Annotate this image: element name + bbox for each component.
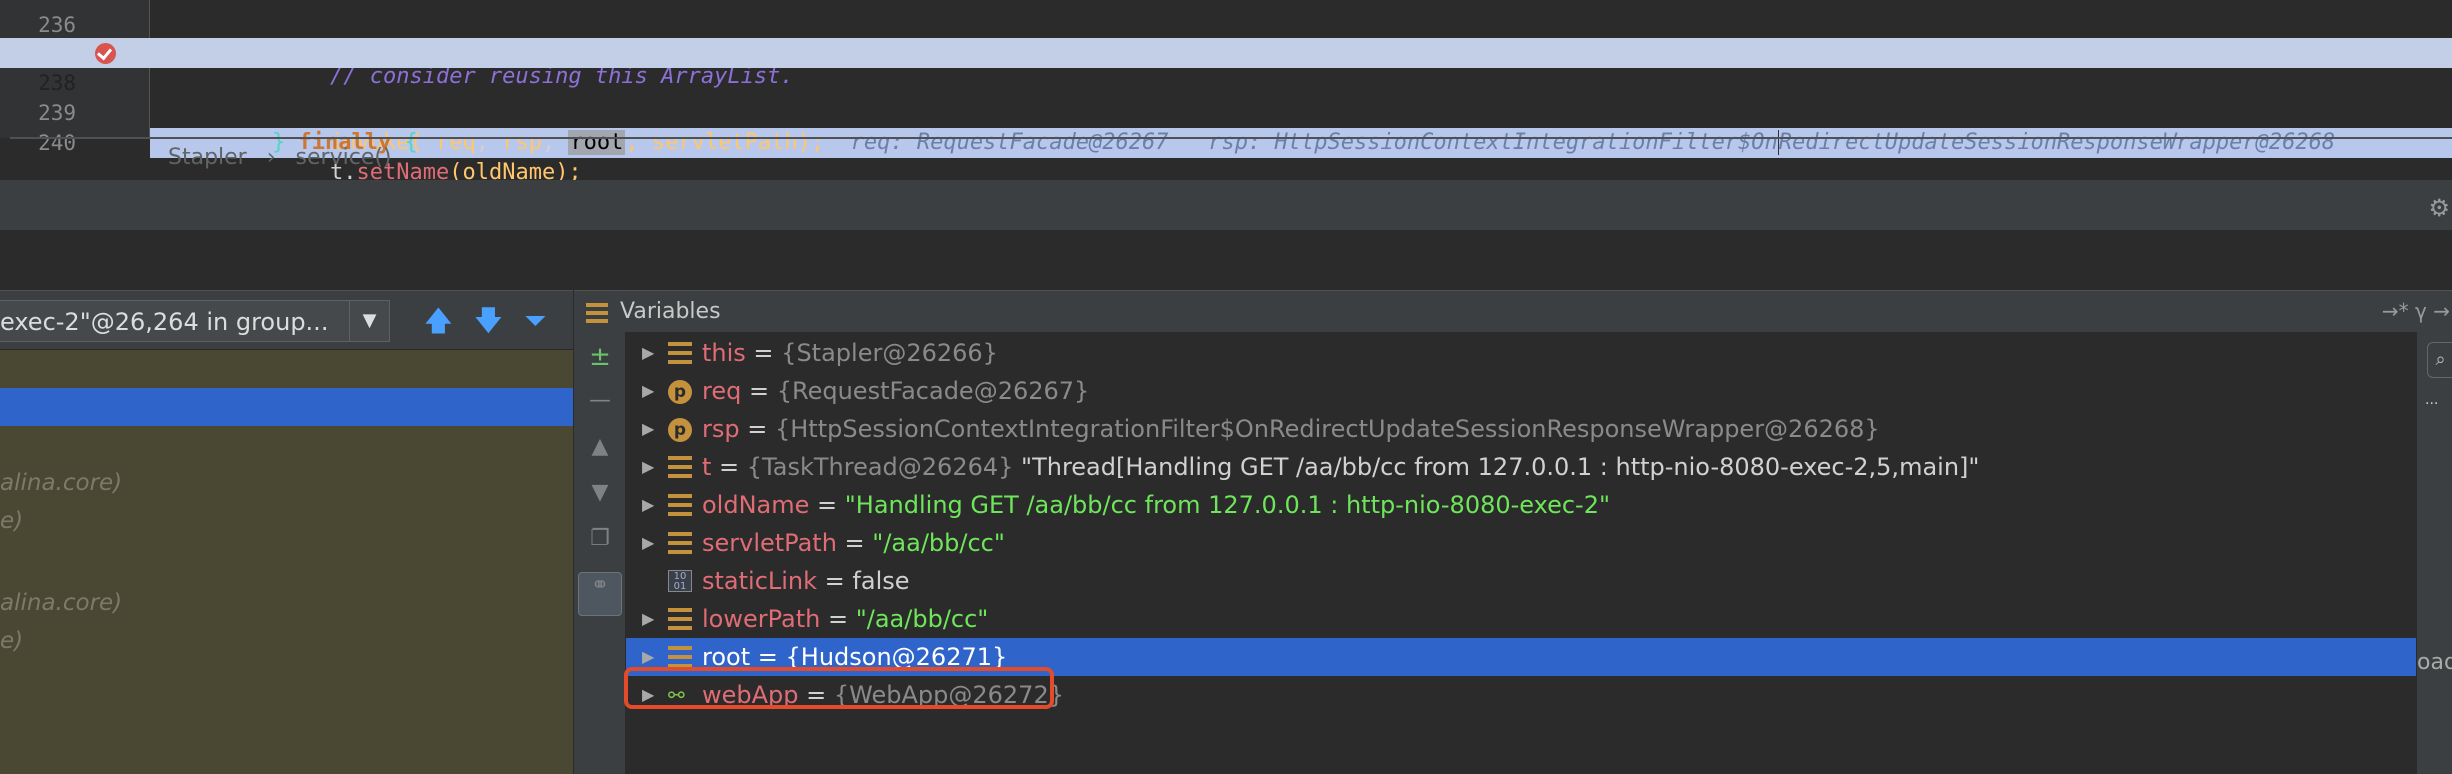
variables-header: Variables →* γ → xyxy=(574,290,2452,332)
variable-row-selected[interactable]: ▶ root = {Hudson@26271} xyxy=(626,638,2416,676)
field-icon xyxy=(668,456,692,478)
variable-value: "Thread[Handling GET /aa/bb/cc from 127.… xyxy=(1013,453,1980,481)
expand-icon[interactable]: ▶ xyxy=(642,524,654,562)
show-watches-icon[interactable]: ⚭ xyxy=(578,572,622,616)
frame-item[interactable]: alina.core) xyxy=(0,464,573,502)
field-icon xyxy=(668,608,692,630)
move-up-icon[interactable]: ▲ xyxy=(574,434,626,459)
variable-name: root xyxy=(702,643,751,671)
variable-value: "/aa/bb/cc" xyxy=(872,529,1005,557)
breadcrumb-class[interactable]: Stapler xyxy=(168,145,247,170)
param-icon: p xyxy=(668,380,692,404)
field-icon xyxy=(668,646,692,668)
variable-name: rsp xyxy=(702,415,740,443)
expand-icon[interactable]: ▶ xyxy=(642,410,654,448)
frame-item[interactable]: e) xyxy=(0,622,573,660)
breadcrumb-separator: › xyxy=(266,145,276,170)
thread-selector[interactable]: exec-2"@26,264 in group... ▼ xyxy=(0,300,390,342)
variable-row[interactable]: ▶ oldName = "Handling GET /aa/bb/cc from… xyxy=(626,486,2416,524)
variables-panel: Variables →* γ → ± — ▲ ▼ ❐ ⚭ ▶ this = {S… xyxy=(574,290,2452,774)
more-icon[interactable]: ... xyxy=(2425,392,2438,408)
variables-icon xyxy=(586,303,608,323)
code-line[interactable]: 240 t.setName(oldName); xyxy=(0,98,2452,180)
variable-value: "/aa/bb/cc" xyxy=(855,605,989,633)
expand-icon[interactable]: ▶ xyxy=(642,676,654,714)
variables-tree[interactable]: ▶ this = {Stapler@26266} ▶ p req = {Requ… xyxy=(626,332,2416,774)
clipped-text: oad xyxy=(2417,650,2452,675)
variable-name: req xyxy=(702,377,742,405)
variable-name: staticLink xyxy=(702,567,818,595)
frames-panel: exec-2"@26,264 in group... ▼ 🡅 🡇 ⏷ alina… xyxy=(0,290,573,774)
variable-name: lowerPath xyxy=(702,605,821,633)
variable-row[interactable]: ▶ p req = {RequestFacade@26267} xyxy=(626,372,2416,410)
expand-icon[interactable]: ▶ xyxy=(642,600,654,638)
code-editor[interactable]: 236 237 // consider reusing this ArrayLi… xyxy=(0,0,2452,180)
copy-icon[interactable]: ❐ xyxy=(574,526,626,551)
variable-ref: {RequestFacade@26267} xyxy=(776,377,1090,405)
expand-icon[interactable]: ▶ xyxy=(642,372,654,410)
variable-ref: {HttpSessionContextIntegrationFilter$OnR… xyxy=(774,415,1880,443)
frame-item[interactable] xyxy=(0,350,573,388)
breadcrumb-method[interactable]: service() xyxy=(296,145,392,170)
field-icon xyxy=(668,494,692,516)
frame-item[interactable] xyxy=(0,546,573,584)
chevron-down-icon[interactable]: ▼ xyxy=(349,301,389,341)
variable-name: webApp xyxy=(702,681,799,709)
thread-selector-value: exec-2"@26,264 in group... xyxy=(0,308,329,336)
variables-side-toolbar: ± — ▲ ▼ ❐ ⚭ xyxy=(574,332,626,774)
variable-row[interactable]: ▶ servletPath = "/aa/bb/cc" xyxy=(626,524,2416,562)
expand-icon[interactable]: ▶ xyxy=(642,334,654,372)
code-line[interactable]: 239 } finally { xyxy=(0,68,2452,155)
static-boolean-icon: 10 01 xyxy=(668,570,692,592)
header-tools[interactable]: →* γ → xyxy=(2382,299,2450,323)
editor-divider xyxy=(10,137,2452,139)
param-icon: p xyxy=(668,418,692,442)
arrow-up-icon[interactable]: 🡅 xyxy=(424,307,453,335)
debug-toolbar: ⚙ xyxy=(0,180,2452,230)
filter-icon[interactable]: ⏷ xyxy=(524,307,546,335)
field-icon xyxy=(668,532,692,554)
expand-icon[interactable]: ▶ xyxy=(642,638,654,676)
frame-item[interactable]: e) xyxy=(0,502,573,540)
watch-icon: ⚯ xyxy=(668,683,685,707)
variable-ref: {WebApp@26272} xyxy=(833,681,1064,709)
variable-row[interactable]: 10 01 staticLink = false xyxy=(626,562,2416,600)
variable-value: {Hudson@26271} xyxy=(785,643,1008,671)
code-line-current[interactable]: 238 invoke( req, rsp, root, servletPath)… xyxy=(0,38,2452,158)
gear-icon[interactable]: ⚙ xyxy=(2428,194,2450,222)
new-watch-icon[interactable]: ± xyxy=(574,342,626,372)
variable-row[interactable]: ▶ ⚯ webApp = {WebApp@26272} xyxy=(626,676,2416,714)
expand-icon[interactable]: ▶ xyxy=(642,448,654,486)
variable-ref: {Stapler@26266} xyxy=(781,339,998,367)
variable-name: this xyxy=(702,339,746,367)
frame-item[interactable]: alina.core) xyxy=(0,584,573,622)
variable-row[interactable]: ▶ p rsp = {HttpSessionContextIntegration… xyxy=(626,410,2416,448)
expand-icon[interactable]: ▶ xyxy=(642,486,654,524)
variables-title: Variables xyxy=(620,299,721,324)
breakpoint-icon[interactable] xyxy=(95,43,116,64)
variable-row[interactable]: ▶ lowerPath = "/aa/bb/cc" xyxy=(626,600,2416,638)
variable-row[interactable]: ▶ this = {Stapler@26266} xyxy=(626,334,2416,372)
frame-item[interactable] xyxy=(0,426,573,464)
arrow-down-icon[interactable]: 🡇 xyxy=(474,307,503,335)
variable-name: t xyxy=(702,453,712,481)
code-line[interactable]: 237 // consider reusing this ArrayList. xyxy=(0,2,2452,89)
frame-item-selected[interactable] xyxy=(0,388,573,426)
breadcrumb[interactable]: Stapler › service() xyxy=(168,145,412,170)
field-icon xyxy=(668,342,692,364)
variable-name: oldName xyxy=(702,491,810,519)
variable-name: servletPath xyxy=(702,529,837,557)
frames-toolbar: exec-2"@26,264 in group... ▼ 🡅 🡇 ⏷ xyxy=(0,290,573,350)
variable-value: false xyxy=(852,567,910,595)
variable-row[interactable]: ▶ t = {TaskThread@26264} "Thread[Handlin… xyxy=(626,448,2416,486)
remove-watch-icon[interactable]: — xyxy=(574,388,626,413)
frame-list[interactable]: alina.core) e) alina.core) e) xyxy=(0,350,573,774)
right-side-strip: ⌕ ... oad xyxy=(2416,332,2452,774)
variable-ref: {TaskThread@26264} xyxy=(746,453,1014,481)
move-down-icon[interactable]: ▼ xyxy=(574,480,626,505)
variable-value: "Handling GET /aa/bb/cc from 127.0.0.1 :… xyxy=(844,491,1611,519)
search-icon[interactable]: ⌕ xyxy=(2427,342,2452,378)
line-number: 240 xyxy=(38,131,76,155)
